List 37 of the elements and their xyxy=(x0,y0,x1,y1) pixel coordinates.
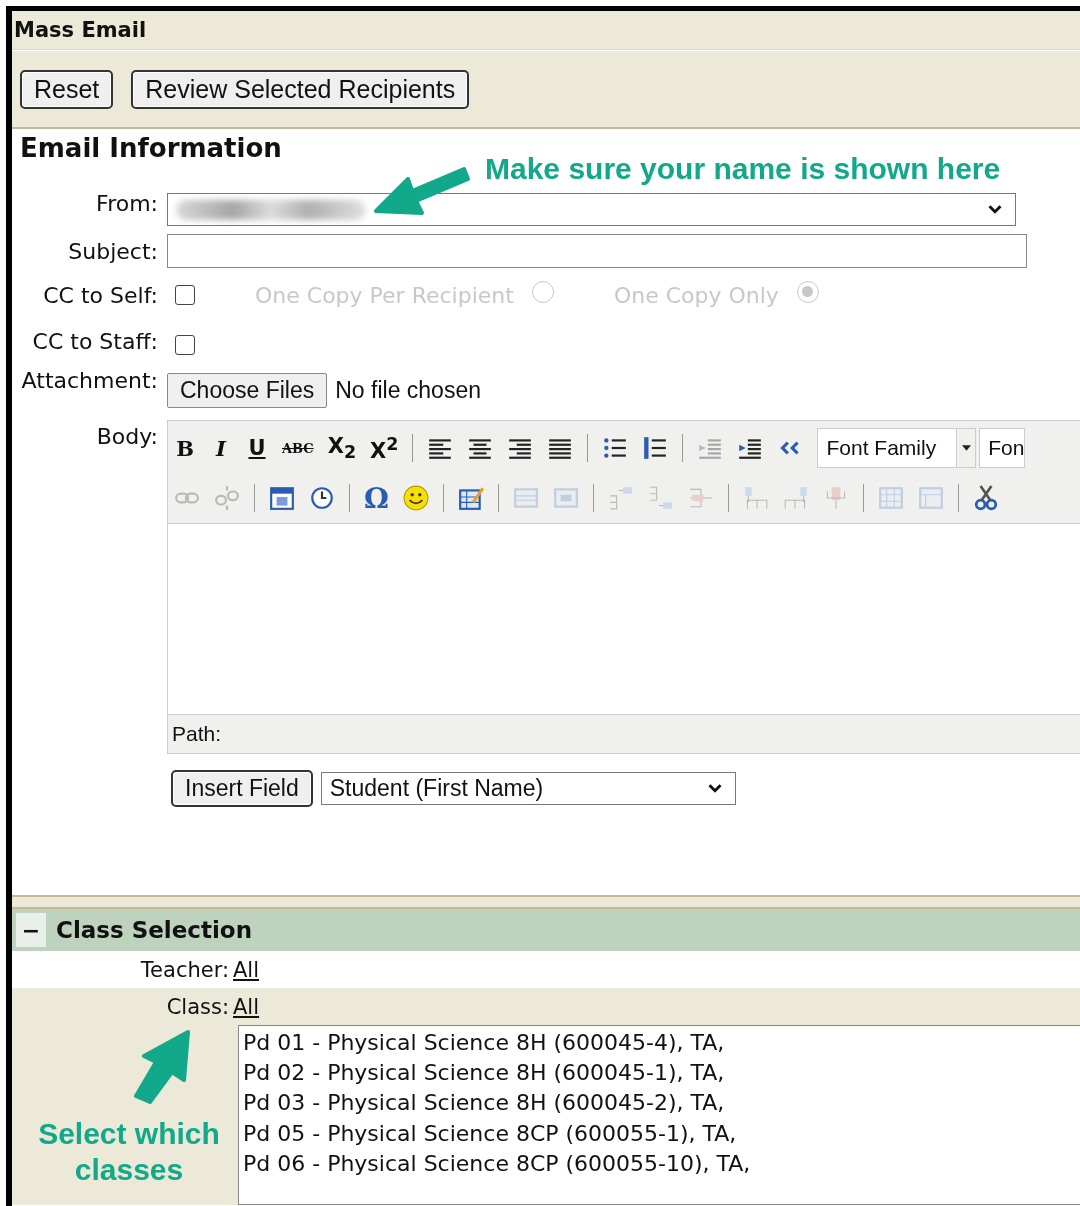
file-status: No file chosen xyxy=(335,376,481,404)
field-label: Subject: xyxy=(67,238,158,264)
path-label: Path: xyxy=(172,722,222,746)
collapse-toggle[interactable]: − xyxy=(16,913,46,947)
field-select[interactable]: Student (First Name) xyxy=(320,771,736,805)
field-label: Class: xyxy=(165,994,229,1019)
field-label: CC to Staff: xyxy=(31,328,158,354)
strike-button[interactable]: ABC xyxy=(282,440,314,456)
class-option[interactable]: Pd 03 - Physical Science 8H (600045-2), TA, xyxy=(243,1088,1076,1119)
action-button[interactable]: Reset xyxy=(20,69,114,109)
char-button[interactable]: Ω xyxy=(364,481,389,515)
choose-files-button[interactable]: Choose Files xyxy=(167,372,328,408)
italic-button[interactable]: I xyxy=(210,435,232,461)
font-select[interactable]: Font Family xyxy=(817,428,977,468)
field-label: Attachment: xyxy=(20,368,158,395)
class-option[interactable]: Pd 05 - Physical Science 8CP (600055-1), TA, xyxy=(243,1118,1076,1149)
action-button[interactable]: Review Selected Recipients xyxy=(131,69,470,109)
field-label: Teacher: xyxy=(139,957,229,982)
class-option[interactable]: Pd 02 - Physical Science 8H (600045-1), TA, xyxy=(243,1058,1076,1089)
section-heading: Email Information xyxy=(20,133,282,165)
section-title: Class Selection xyxy=(56,917,252,943)
font-select[interactable]: Fon xyxy=(979,428,1026,468)
annotation-text: Make sure your name is shown here xyxy=(485,152,1001,186)
field-label: Body: xyxy=(95,424,158,449)
underline-button[interactable]: U xyxy=(246,436,268,460)
superscript-button[interactable]: X$^{2}$ xyxy=(370,433,399,463)
class-option[interactable]: Pd 01 - Physical Science 8H (600045-4), TA, xyxy=(243,1028,1076,1059)
class-option[interactable]: Pd 06 - Physical Science 8CP (600055-10), TA, xyxy=(243,1148,1076,1179)
subscript-button[interactable]: X$_{2}$ xyxy=(327,433,357,463)
all-link[interactable]: All xyxy=(233,994,260,1019)
field-label: From: xyxy=(95,191,158,216)
insert-field-button[interactable]: Insert Field xyxy=(171,769,313,807)
bold-button[interactable]: B xyxy=(174,435,196,461)
all-link[interactable]: All xyxy=(233,957,260,982)
field-label: CC to Self: xyxy=(42,282,158,308)
annotation-text: Select which classes xyxy=(37,1116,221,1188)
page-title: Mass Email xyxy=(14,18,147,42)
